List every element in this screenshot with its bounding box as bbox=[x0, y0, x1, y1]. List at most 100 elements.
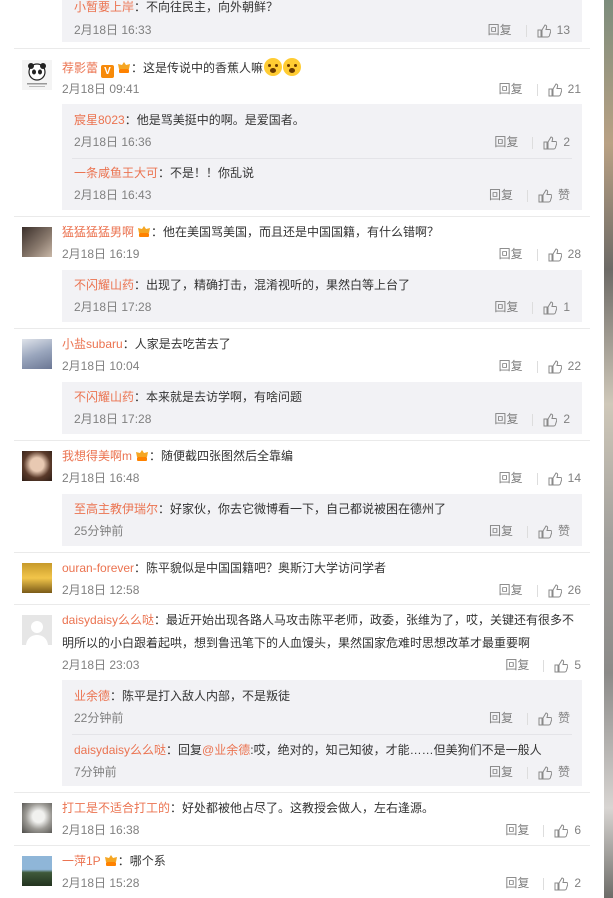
reply-username[interactable]: daisydaisy么么哒 bbox=[74, 743, 166, 757]
thumbs-up-icon[interactable] bbox=[548, 360, 562, 374]
comment-username[interactable]: 猛猛猛猛男啊 bbox=[62, 225, 134, 239]
divider bbox=[14, 48, 590, 49]
background-photo-strip bbox=[604, 0, 613, 898]
reply-button[interactable]: 回复 bbox=[494, 298, 520, 316]
thumbs-up-icon[interactable] bbox=[548, 472, 562, 486]
like-count: 赞 bbox=[557, 711, 570, 725]
reply-username[interactable]: 一条咸鱼王大可 bbox=[74, 166, 158, 180]
mention-link[interactable]: @业余德 bbox=[202, 743, 250, 757]
comment-username[interactable]: 荐影蕾 bbox=[62, 61, 98, 75]
reply-actions: 回复 赞 bbox=[489, 763, 570, 781]
reply-button[interactable]: 回复 bbox=[489, 763, 515, 781]
thumbs-up-icon[interactable] bbox=[543, 136, 558, 150]
thumbs-up-icon[interactable] bbox=[543, 301, 558, 315]
reply-actions: 回复 赞 bbox=[489, 709, 570, 727]
reply-button[interactable]: 回复 bbox=[505, 874, 531, 892]
like-count: 2 bbox=[574, 876, 581, 890]
thumbs-up-icon[interactable] bbox=[548, 584, 562, 598]
thumbs-up-icon[interactable] bbox=[538, 766, 552, 780]
reply-box: 不闪耀山药：本来就是去访学啊，有啥问题 2月18日 17:28 回复 2 bbox=[62, 382, 582, 434]
reply-username[interactable]: 业余德 bbox=[74, 689, 110, 703]
reply-time: 2月18日 16:43 bbox=[74, 188, 152, 202]
reply-time: 7分钟前 bbox=[74, 765, 117, 779]
reply-text: 不闪耀山药：出现了，精确打击，混淆视听的，果然白等上台了 bbox=[74, 278, 411, 292]
member-badge-icon bbox=[138, 226, 151, 237]
like-count: 14 bbox=[567, 471, 581, 485]
thumbs-up-icon[interactable] bbox=[554, 824, 569, 838]
comment-username[interactable]: 我想得美啊m bbox=[62, 449, 132, 463]
comment-time: 2月18日 23:03 bbox=[62, 658, 140, 672]
reply-button[interactable]: 回复 bbox=[505, 821, 531, 839]
reply-button[interactable]: 回复 bbox=[494, 410, 520, 428]
comment-username[interactable]: daisydaisy么么哒 bbox=[62, 613, 154, 627]
thumbs-up-icon[interactable] bbox=[548, 83, 562, 97]
reply-username[interactable]: 不闪耀山药 bbox=[74, 278, 134, 292]
comment-text: 猛猛猛猛男啊 ：他在美国骂美国，而且还是中国国籍，有什么错啊？ bbox=[62, 225, 440, 239]
reply-button[interactable]: 回复 bbox=[499, 581, 525, 599]
thumbs-up-icon[interactable] bbox=[554, 659, 569, 673]
comment-text: daisydaisy么么哒：最近开始出现各路人马攻击陈平老师，政委，张维为了，哎… bbox=[62, 613, 575, 627]
reply-actions: 回复 赞 bbox=[489, 186, 570, 204]
comment-text: 小盐subaru：人家是去吃苦去了 bbox=[62, 337, 231, 351]
reply-button[interactable]: 回复 bbox=[499, 469, 525, 487]
member-badge-icon bbox=[104, 855, 117, 866]
reply-button[interactable]: 回复 bbox=[505, 656, 531, 674]
comment-text: 荐影蕾 V ：这是传说中的香蕉人嘛 bbox=[62, 58, 302, 78]
avatar[interactable] bbox=[22, 803, 52, 833]
reply-button[interactable]: 回复 bbox=[489, 522, 515, 540]
thumbs-up-icon[interactable] bbox=[537, 24, 551, 38]
comment-username[interactable]: ouran-forever bbox=[62, 561, 134, 575]
avatar[interactable] bbox=[22, 60, 52, 90]
avatar[interactable] bbox=[22, 563, 52, 593]
thumbs-up-icon[interactable] bbox=[548, 248, 562, 262]
comment-text-continued: 明所以的小白跟着起哄，想到鲁迅笔下的人血馒头，果然国家危难时思想改革才最重要啊 bbox=[62, 636, 531, 650]
reply-button[interactable]: 回复 bbox=[489, 709, 515, 727]
reply-username[interactable]: 不闪耀山药 bbox=[74, 390, 134, 404]
thumbs-up-icon[interactable] bbox=[543, 413, 558, 427]
comment-actions: 回复 13 bbox=[488, 21, 570, 39]
avatar[interactable] bbox=[22, 227, 52, 257]
reply-button[interactable]: 回复 bbox=[499, 245, 525, 263]
reply-button[interactable]: 回复 bbox=[494, 133, 520, 151]
reply-box: 业余德：陈平是打入敌人内部，不是叛徒 22分钟前 回复赞 daisydaisy么… bbox=[62, 680, 582, 786]
comment-time: 2月18日 16:33 bbox=[74, 23, 152, 37]
like-count: 13 bbox=[556, 23, 570, 37]
reply-username[interactable]: 宸星8023 bbox=[74, 113, 125, 127]
reply-button[interactable]: 回复 bbox=[488, 21, 514, 39]
divider bbox=[14, 845, 590, 846]
divider bbox=[14, 328, 590, 329]
reply-button[interactable]: 回复 bbox=[489, 186, 515, 204]
thumbs-up-icon[interactable] bbox=[554, 877, 569, 891]
comment-time: 2月18日 16:48 bbox=[62, 471, 140, 485]
comment-time: 2月18日 15:28 bbox=[62, 876, 140, 890]
reply-button[interactable]: 回复 bbox=[499, 357, 525, 375]
avatar[interactable] bbox=[22, 615, 52, 645]
reply-text: 小暂要上岸：不向往民主，向外朝鲜？ bbox=[74, 0, 279, 14]
reply-actions: 回复 1 bbox=[494, 298, 570, 316]
thumbs-up-icon[interactable] bbox=[538, 189, 552, 203]
divider bbox=[14, 552, 590, 553]
thumbs-up-icon[interactable] bbox=[538, 525, 552, 539]
reply-time: 2月18日 17:28 bbox=[74, 412, 152, 426]
divider bbox=[14, 792, 590, 793]
reply-box: 至高主教伊瑞尔：好家伙，你去它微博看一下，自己都说被困在德州了 25分钟前 回复… bbox=[62, 494, 582, 546]
reply-box: 小暂要上岸：不向往民主，向外朝鲜？ 2月18日 16:33 回复 13 bbox=[62, 0, 582, 42]
comment-text: ouran-forever：陈平貌似是中国国籍吧？奥斯汀大学访问学者 bbox=[62, 561, 387, 575]
reply-username[interactable]: 小暂要上岸 bbox=[74, 0, 134, 14]
verified-badge-icon: V bbox=[101, 65, 115, 78]
like-count: 5 bbox=[574, 658, 581, 672]
thumbs-up-icon[interactable] bbox=[538, 712, 552, 726]
comment-username[interactable]: 小盐subaru bbox=[62, 337, 123, 351]
avatar[interactable] bbox=[22, 451, 52, 481]
avatar[interactable] bbox=[22, 339, 52, 369]
comment-text: 一萍1P ：哪个系 bbox=[62, 854, 166, 868]
reply-button[interactable]: 回复 bbox=[499, 80, 525, 98]
comment-username[interactable]: 打工是不适合打工的 bbox=[62, 801, 170, 815]
comment-username[interactable]: 一萍1P bbox=[62, 854, 101, 868]
like-count: 22 bbox=[567, 359, 581, 373]
reply-username[interactable]: 至高主教伊瑞尔 bbox=[74, 502, 158, 516]
reply-actions: 回复 赞 bbox=[489, 522, 570, 540]
avatar[interactable] bbox=[22, 856, 52, 886]
like-count: 28 bbox=[567, 247, 581, 261]
comment-actions: 回复 5 bbox=[505, 656, 581, 674]
